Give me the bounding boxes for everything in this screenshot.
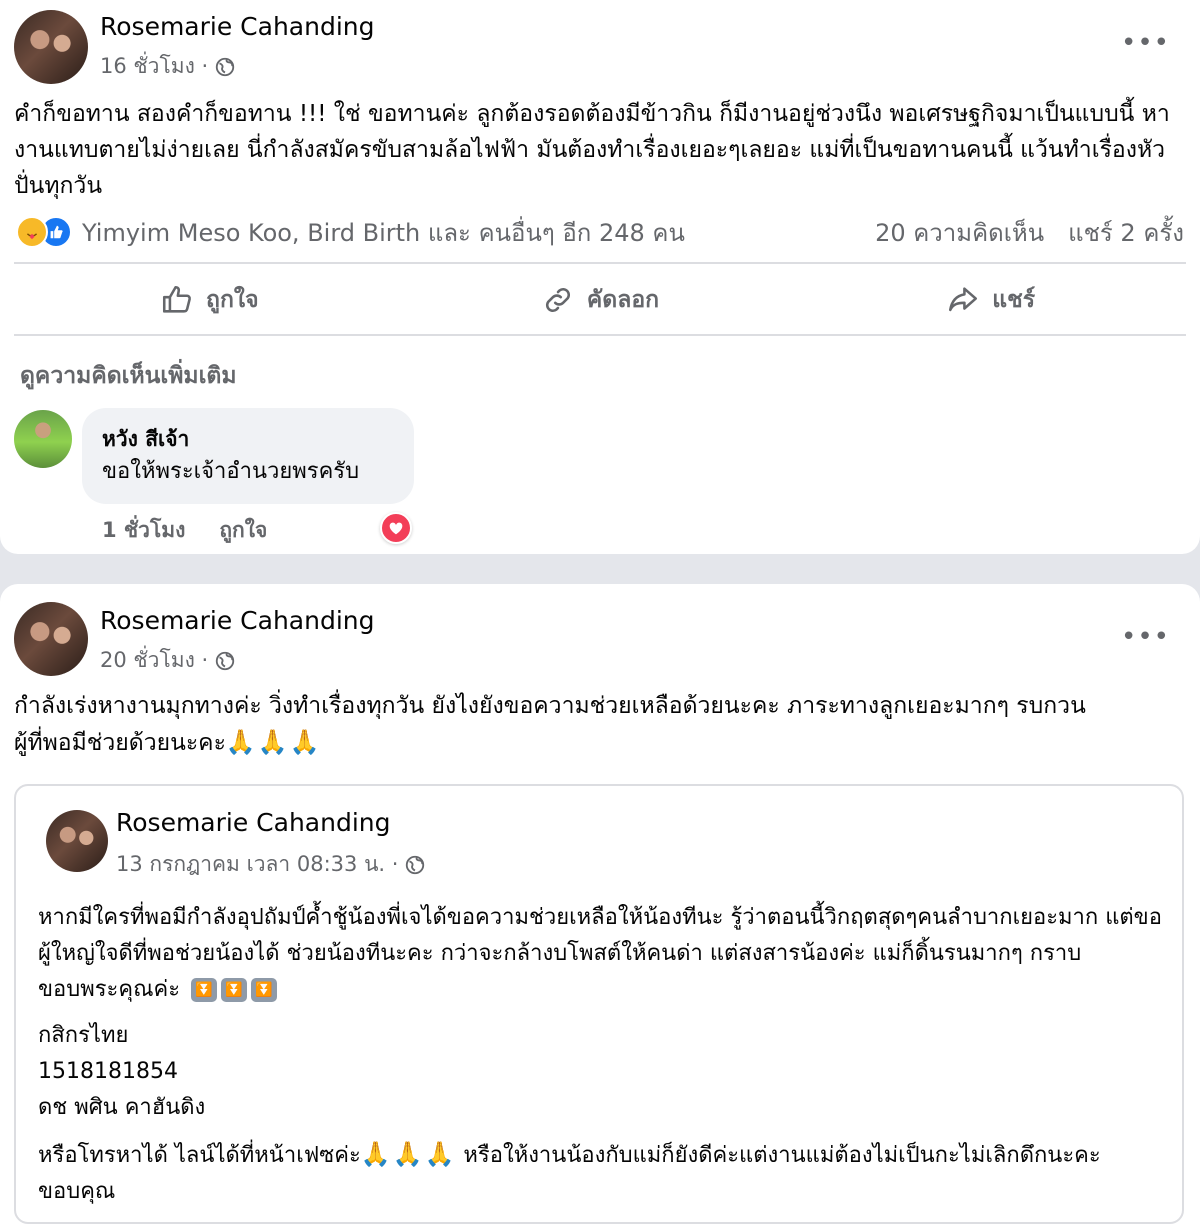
- contact-text: หรือโทรหาได้ ไลน์ได้ที่หน้าเฟซค่ะ: [38, 1143, 361, 1168]
- thumbs-up-icon: [163, 285, 192, 313]
- globe-icon: [216, 57, 235, 76]
- author-name[interactable]: Rosemarie Cahanding: [100, 606, 375, 635]
- comments-count[interactable]: 20 ความคิดเห็น: [875, 213, 1044, 252]
- post-text: คำก็ขอทาน สองคำก็ขอทาน !!! ใช่ ขอทานค่ะ …: [14, 101, 1170, 199]
- down-arrow-icon: ⏬: [221, 978, 248, 1002]
- share-arrow-icon: [949, 287, 978, 312]
- globe-icon: [216, 651, 235, 670]
- post-card-1: Rosemarie Cahanding 16 ชั่วโมง · ••• คำก…: [0, 0, 1200, 554]
- shares-count[interactable]: แชร์ 2 ครั้ง: [1068, 213, 1184, 252]
- shared-post[interactable]: Rosemarie Cahanding 13 กรกฎาคม เวลา 08:3…: [14, 784, 1184, 1224]
- author-name[interactable]: Rosemarie Cahanding: [100, 12, 375, 41]
- like-label: ถูกใจ: [206, 287, 259, 313]
- shared-author-avatar[interactable]: [46, 810, 108, 872]
- post-text-line: ผู้ที่พอมีช่วยด้วยนะคะ: [14, 730, 226, 756]
- copy-label: คัดลอก: [586, 287, 660, 313]
- post-card-2: Rosemarie Cahanding 20 ชั่วโมง · ••• กำล…: [0, 584, 1200, 1230]
- share-label: แชร์: [992, 287, 1036, 313]
- copy-link-button[interactable]: คัดลอก: [405, 268, 796, 332]
- post-actions: ถูกใจ คัดลอก แชร์: [14, 268, 1186, 332]
- post-time-text[interactable]: 20 ชั่วโมง ·: [100, 644, 208, 677]
- share-button[interactable]: แชร์: [795, 268, 1186, 332]
- down-arrow-icon: ⏬: [191, 978, 218, 1002]
- link-icon: [545, 287, 570, 313]
- divider: [14, 262, 1186, 264]
- author-avatar[interactable]: [14, 10, 88, 84]
- post-text-line: กำลังเร่งหางานมุกทางค่ะ วิ่งทำเรื่องทุกว…: [14, 693, 1086, 719]
- more-options-icon[interactable]: •••: [1121, 28, 1170, 58]
- down-arrow-icon: ⏬: [251, 978, 278, 1002]
- post-time[interactable]: 20 ชั่วโมง ·: [100, 644, 236, 677]
- comment-text: ขอให้พระเจ้าอำนวยพรครับ: [102, 459, 360, 484]
- care-reaction-icon: [16, 216, 48, 248]
- pray-emoji: 🙏🙏🙏: [360, 1140, 457, 1168]
- account-number: 1518181854: [38, 1059, 178, 1084]
- shared-post-time[interactable]: 13 กรกฎาคม เวลา 08:33 น. ·: [116, 848, 426, 881]
- commenter-name[interactable]: หวัง สีเจ้า: [102, 424, 394, 454]
- comment-bubble: หวัง สีเจ้า ขอให้พระเจ้าอำนวยพรครับ: [82, 408, 414, 504]
- post-time[interactable]: 16 ชั่วโมง ·: [100, 50, 236, 83]
- comment-like-button[interactable]: ถูกใจ: [219, 514, 267, 547]
- comment-meta: 1 ชั่วโมง ถูกใจ: [102, 514, 267, 547]
- account-name: ดช พศิน คาฮันดิง: [38, 1095, 206, 1120]
- post-time-text[interactable]: 16 ชั่วโมง ·: [100, 50, 208, 83]
- more-options-icon[interactable]: •••: [1121, 622, 1170, 652]
- shared-post-text: หากมีใครที่พอมีกำลังอุปถัมป์ค้ำชู้น้องพี…: [38, 900, 1164, 1210]
- like-button[interactable]: ถูกใจ: [14, 268, 405, 332]
- shared-author-name[interactable]: Rosemarie Cahanding: [116, 808, 391, 837]
- reactions-text[interactable]: Yimyim Meso Koo, Bird Birth และ คนอื่นๆ …: [82, 213, 685, 252]
- comment-time[interactable]: 1 ชั่วโมง: [102, 514, 185, 547]
- author-avatar[interactable]: [14, 602, 88, 676]
- commenter-avatar[interactable]: [14, 410, 72, 468]
- pray-emoji: 🙏🙏🙏: [225, 728, 322, 756]
- post-stats: Yimyim Meso Koo, Bird Birth และ คนอื่นๆ …: [16, 214, 1184, 250]
- love-reaction-icon[interactable]: [380, 512, 412, 544]
- view-more-comments-link[interactable]: ดูความคิดเห็นเพิ่มเติม: [20, 358, 237, 394]
- shared-post-time-text[interactable]: 13 กรกฎาคม เวลา 08:33 น. ·: [116, 848, 398, 881]
- bank-name: กสิกรไทย: [38, 1023, 129, 1048]
- reaction-icons[interactable]: [16, 216, 72, 248]
- globe-icon: [406, 855, 425, 874]
- divider: [14, 334, 1186, 336]
- post-text: กำลังเร่งหางานมุกทางค่ะ วิ่งทำเรื่องทุกว…: [14, 688, 1186, 761]
